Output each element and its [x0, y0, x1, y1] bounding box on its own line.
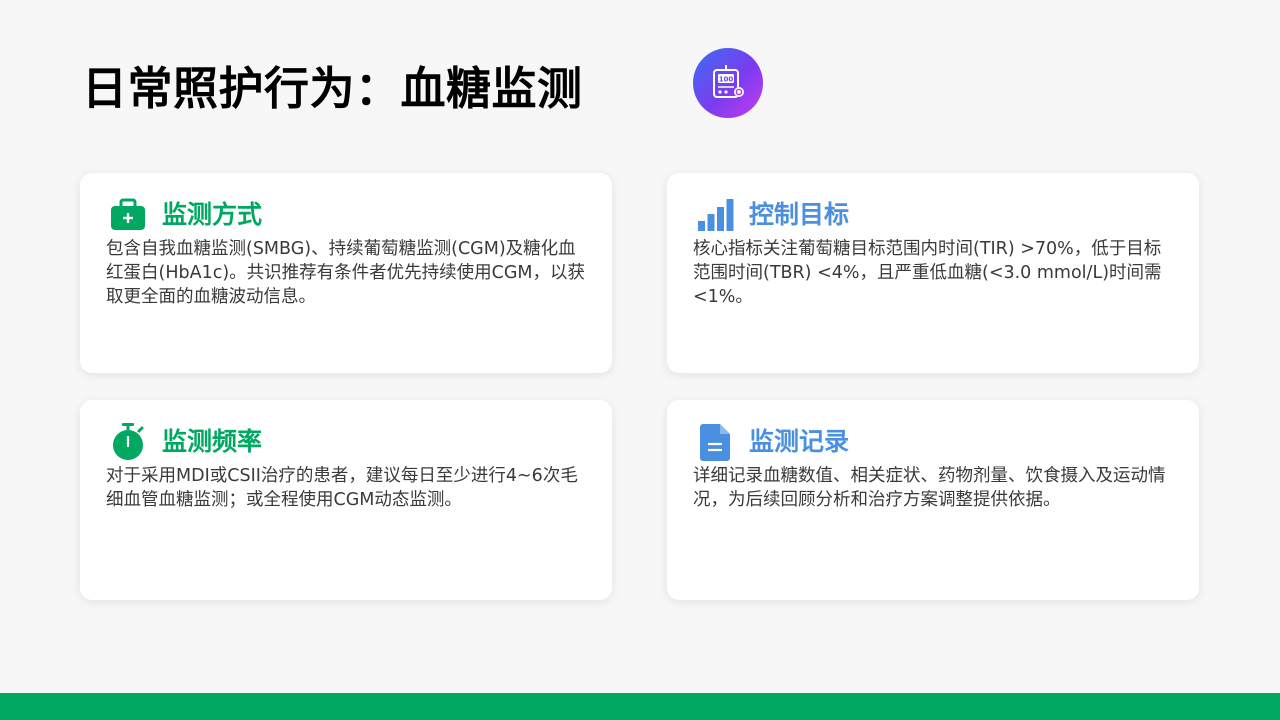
card-title: 监测记录 — [749, 427, 850, 456]
card-title: 控制目标 — [749, 200, 850, 229]
card-title: 监测方式 — [162, 200, 263, 229]
page-title: 日常照护行为：血糖监测 — [82, 62, 583, 115]
card-body: 详细记录血糖数值、相关症状、药物剂量、饮食摄入及运动情况，为后续回顾分析和治疗方… — [693, 466, 1166, 510]
glucose-meter-reading: 100 — [719, 76, 734, 84]
glucose-meter-icon: 100 — [713, 65, 744, 98]
card-body: 对于采用MDI或CSII治疗的患者，建议每日至少进行4~6次毛细血管血糖监测；或… — [106, 466, 578, 510]
card-title: 监测频率 — [162, 427, 263, 456]
card-body: 包含自我血糖监测(SMBG)、持续葡萄糖监测(CGM)及糖化血红蛋白(HbA1c… — [106, 239, 586, 307]
card-control-target: 控制目标 核心指标关注葡萄糖目标范围内时间(TIR) >70%，低于目标范围时间… — [667, 173, 1199, 373]
bottom-accent-bar — [0, 693, 1280, 720]
bar-chart-icon — [695, 195, 735, 235]
glucose-meter-badge: 100 — [693, 48, 763, 118]
medical-kit-icon — [108, 195, 148, 235]
card-monitoring-method: 监测方式 包含自我血糖监测(SMBG)、持续葡萄糖监测(CGM)及糖化血红蛋白(… — [80, 173, 612, 373]
card-monitoring-frequency: 监测频率 对于采用MDI或CSII治疗的患者，建议每日至少进行4~6次毛细血管血… — [80, 400, 612, 600]
card-body: 核心指标关注葡萄糖目标范围内时间(TIR) >70%，低于目标范围时间(TBR)… — [693, 239, 1162, 307]
document-icon — [695, 422, 735, 462]
stopwatch-icon — [108, 422, 148, 462]
card-monitoring-record: 监测记录 详细记录血糖数值、相关症状、药物剂量、饮食摄入及运动情况，为后续回顾分… — [667, 400, 1199, 600]
